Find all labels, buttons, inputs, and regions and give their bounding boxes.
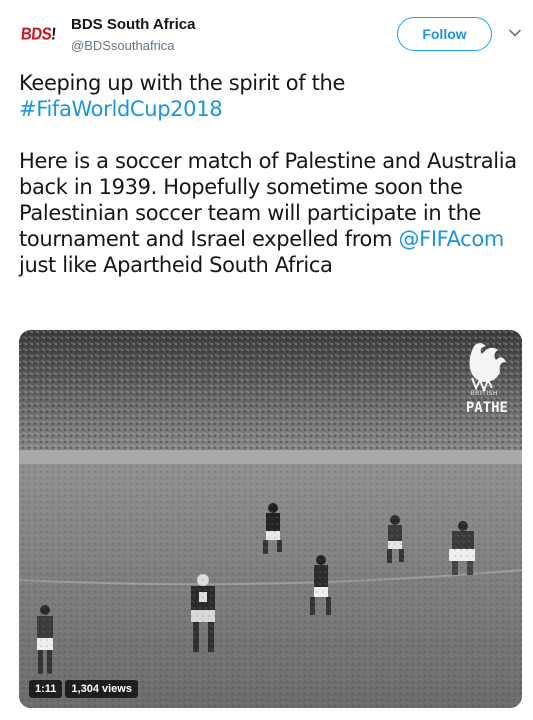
views-badge: 1,304 views: [65, 680, 138, 698]
tweet-paragraph-2: Here is a soccer match of Palestine and …: [19, 148, 519, 278]
tweet-header: BDS! BDS South Africa @BDSsouthafrica Fo…: [0, 0, 533, 66]
duration-badge: 1:11: [29, 680, 63, 698]
handle[interactable]: @BDSsouthafrica: [71, 38, 175, 53]
watermark: PATHE: [465, 400, 508, 416]
hashtag-link[interactable]: #FifaWorldCup2018: [19, 97, 223, 121]
chevron-down-icon[interactable]: [508, 26, 522, 40]
follow-button[interactable]: Follow: [397, 17, 492, 51]
tweet-text: Keeping up with the spirit of the #FifaW…: [19, 70, 519, 304]
tweet-paragraph-1: Keeping up with the spirit of the #FifaW…: [19, 70, 519, 122]
avatar-logo: BDS!: [19, 24, 57, 44]
tweet-text-line: Keeping up with the spirit of the: [19, 71, 346, 95]
tweet-text-part: just like Apartheid South Africa: [19, 253, 333, 277]
mention-link[interactable]: @FIFAcom: [398, 227, 504, 251]
video-player[interactable]: BRITISH PATHE 1:11 1,304 views: [19, 330, 522, 708]
video-badges: 1:11 1,304 views: [29, 680, 138, 698]
watermark-small: BRITISH: [470, 390, 498, 397]
video-frame: [19, 330, 522, 708]
display-name[interactable]: BDS South Africa: [71, 16, 195, 33]
avatar[interactable]: BDS!: [18, 14, 58, 54]
